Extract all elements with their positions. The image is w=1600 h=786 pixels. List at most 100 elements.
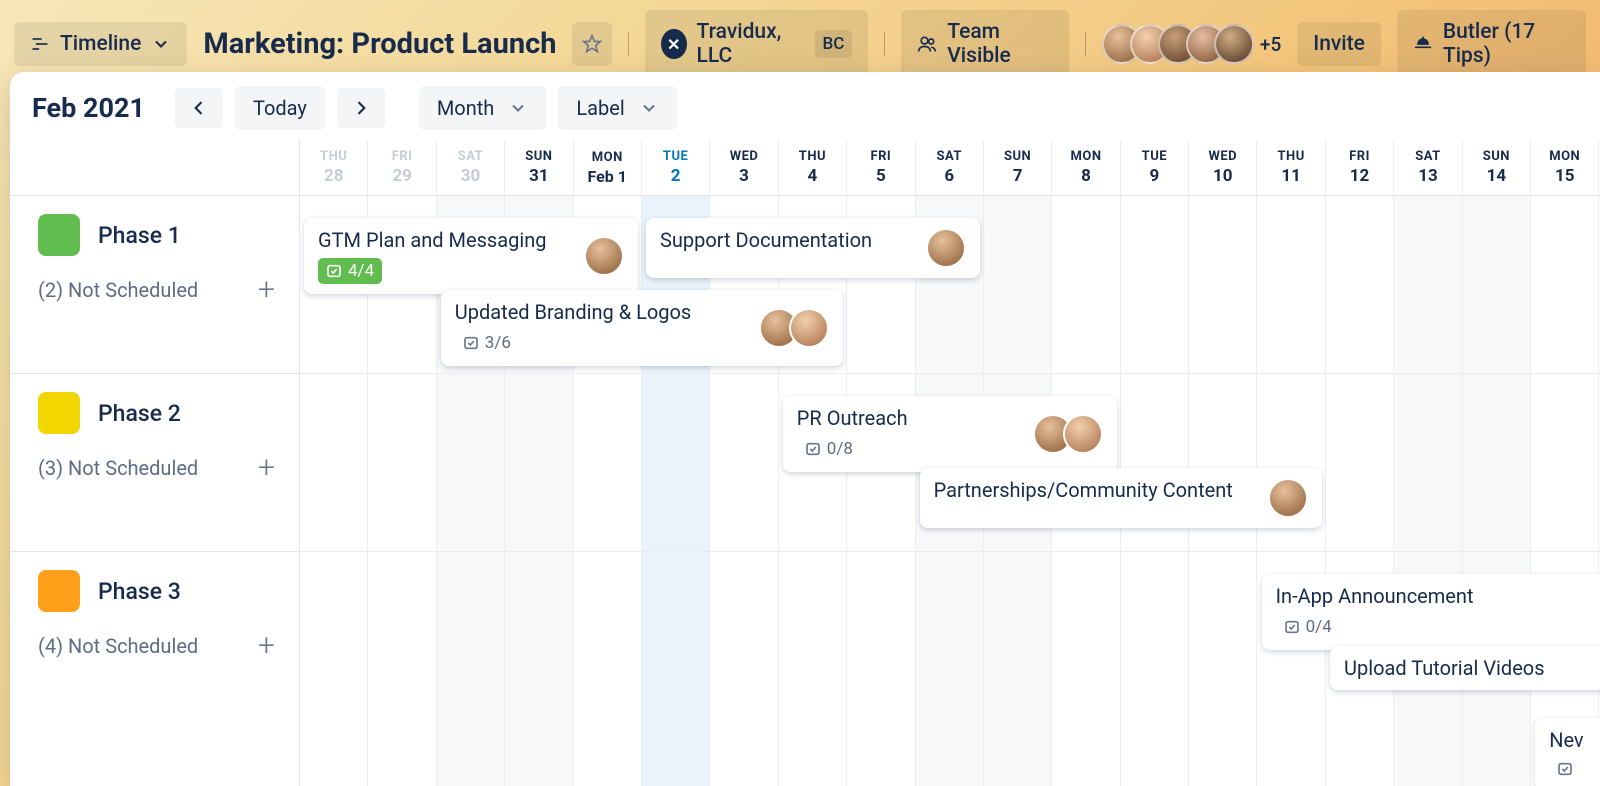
card-avatars — [1033, 414, 1103, 454]
next-button[interactable] — [337, 88, 385, 128]
avatar[interactable] — [789, 308, 829, 348]
avatar[interactable] — [1063, 414, 1103, 454]
card-avatars — [1268, 478, 1308, 518]
add-card-button[interactable]: + — [252, 458, 281, 478]
lane-sidebar: Phase 1 (2) Not Scheduled + Phase 2 (3) … — [10, 140, 300, 786]
day-column-header: MON15 — [1531, 140, 1599, 195]
prev-button[interactable] — [175, 88, 223, 128]
card-title: In-App Announcement — [1276, 584, 1474, 608]
zoom-dropdown[interactable]: Month — [419, 86, 546, 130]
day-column-header: FRI12 — [1326, 140, 1394, 195]
card-title: PR Outreach — [797, 406, 908, 430]
timeline-controls: Feb 2021 Today Month Label — [10, 72, 1600, 140]
timeline-card[interactable]: PR Outreach0/8 — [783, 396, 1117, 472]
card-title: Support Documentation — [660, 228, 872, 252]
avatar-overflow-count[interactable]: +5 — [1260, 33, 1281, 56]
day-column-header: SUN14 — [1463, 140, 1531, 195]
checklist-badge: 0/4 — [1276, 614, 1340, 640]
day-column-header: MON8 — [1052, 140, 1120, 195]
checklist-badge — [1549, 758, 1587, 780]
add-card-button[interactable]: + — [252, 636, 281, 656]
today-button[interactable]: Today — [235, 86, 325, 130]
avatar[interactable] — [1214, 24, 1254, 64]
invite-label: Invite — [1313, 32, 1365, 56]
butler-icon — [1413, 34, 1433, 54]
lane-name: Phase 2 — [98, 400, 181, 427]
card-title: Nev — [1549, 728, 1587, 752]
timeline-grid[interactable]: THU28FRI29SAT30SUN31MONFeb 1TUE2WED3THU4… — [300, 140, 1600, 786]
day-column-header: FRI29 — [368, 140, 436, 195]
card-avatars — [759, 308, 829, 348]
card-title: Updated Branding & Logos — [455, 300, 691, 324]
not-scheduled-count[interactable]: (4) Not Scheduled — [38, 634, 198, 658]
visibility-label: Team Visible — [947, 20, 1053, 68]
zoom-label: Month — [437, 96, 494, 120]
chevron-down-icon — [508, 98, 528, 118]
timeline-card[interactable]: Updated Branding & Logos 3/6 — [441, 290, 843, 366]
timeline-card[interactable]: GTM Plan and Messaging 4/4 — [304, 218, 638, 294]
chevron-left-icon — [189, 98, 209, 118]
day-column-header: THU4 — [779, 140, 847, 195]
day-column-header: MONFeb 1 — [574, 140, 642, 195]
day-column-header: THU28 — [300, 140, 368, 195]
divider — [1085, 32, 1086, 56]
board-title[interactable]: Marketing: Product Launch — [203, 27, 556, 61]
view-switcher[interactable]: Timeline — [14, 22, 187, 66]
visibility-button[interactable]: Team Visible — [901, 10, 1069, 78]
chevron-down-icon — [151, 34, 171, 54]
not-scheduled-count[interactable]: (2) Not Scheduled — [38, 278, 198, 302]
day-column-header: SAT6 — [916, 140, 984, 195]
member-avatars[interactable]: +5 — [1102, 24, 1281, 64]
butler-button[interactable]: Butler (17 Tips) — [1397, 10, 1586, 78]
divider — [628, 32, 629, 56]
avatar[interactable] — [926, 228, 966, 268]
day-column-header: SAT13 — [1394, 140, 1462, 195]
today-label: Today — [253, 96, 307, 120]
day-column-header: WED10 — [1189, 140, 1257, 195]
not-scheduled-count[interactable]: (3) Not Scheduled — [38, 456, 198, 480]
day-column-header: SUN31 — [505, 140, 573, 195]
team-icon — [917, 34, 937, 54]
day-column-header: WED3 — [710, 140, 778, 195]
timeline-card[interactable]: Upload Tutorial Videos — [1330, 646, 1600, 690]
lane-header: Phase 3 (4) Not Scheduled + — [10, 552, 299, 786]
chevron-right-icon — [351, 98, 371, 118]
star-button[interactable] — [572, 22, 611, 66]
checklist-badge: 3/6 — [455, 330, 519, 356]
add-card-button[interactable]: + — [252, 280, 281, 300]
chevron-down-icon — [639, 98, 659, 118]
lane-color-swatch — [38, 214, 80, 256]
card-avatars — [926, 228, 966, 268]
lane-header: Phase 2 (3) Not Scheduled + — [10, 374, 299, 552]
checklist-badge: 4/4 — [318, 258, 382, 284]
day-column-header: TUE9 — [1121, 140, 1189, 195]
group-dropdown[interactable]: Label — [558, 86, 676, 130]
timeline-card[interactable]: Support Documentation — [646, 218, 980, 278]
timeline-icon — [30, 34, 50, 54]
timeline-board: Feb 2021 Today Month Label — [10, 72, 1600, 786]
lane-name: Phase 1 — [98, 222, 181, 249]
card-title: Upload Tutorial Videos — [1344, 656, 1545, 680]
timeline-card[interactable]: Nev — [1535, 718, 1600, 786]
day-column-header: SUN7 — [984, 140, 1052, 195]
divider — [884, 32, 885, 56]
current-month-label: Feb 2021 — [32, 92, 145, 124]
card-avatars — [584, 236, 624, 276]
lane-header: Phase 1 (2) Not Scheduled + — [10, 196, 299, 374]
invite-button[interactable]: Invite — [1297, 22, 1381, 66]
org-logo-icon — [661, 29, 687, 59]
avatar[interactable] — [1268, 478, 1308, 518]
avatar[interactable] — [584, 236, 624, 276]
card-title: Partnerships/Community Content — [934, 478, 1233, 502]
org-switcher[interactable]: Travidux, LLC BC — [645, 10, 869, 78]
day-column-header: FRI5 — [847, 140, 915, 195]
group-label: Label — [576, 96, 624, 120]
day-header: THU28FRI29SAT30SUN31MONFeb 1TUE2WED3THU4… — [300, 140, 1600, 196]
timeline-card[interactable]: In-App Announcement 0/4 — [1262, 574, 1600, 650]
butler-label: Butler (17 Tips) — [1443, 20, 1570, 68]
timeline-card[interactable]: Partnerships/Community Content — [920, 468, 1322, 528]
day-column-header: SAT30 — [437, 140, 505, 195]
org-plan-chip: BC — [815, 30, 853, 58]
card-title: GTM Plan and Messaging — [318, 228, 546, 252]
lane-name: Phase 3 — [98, 578, 181, 605]
